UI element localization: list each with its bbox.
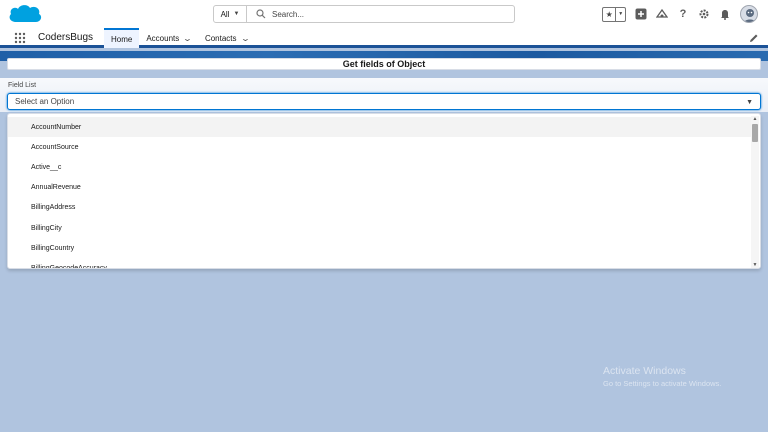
trailhead-icon[interactable] (656, 8, 668, 20)
chevron-down-icon[interactable]: ⌄ (183, 34, 193, 43)
windows-activation-watermark: Activate Windows Go to Settings to activ… (603, 365, 721, 388)
pencil-icon[interactable] (749, 33, 759, 43)
notification-bell-icon[interactable] (719, 8, 731, 20)
list-item[interactable]: Active__c (8, 157, 752, 177)
search-icon (256, 9, 266, 19)
card-title: Get fields of Object (7, 58, 761, 70)
chevron-down-icon[interactable]: ▼ (746, 99, 753, 106)
field-list-combobox[interactable]: Select an Option ▼ (7, 93, 761, 110)
list-item[interactable]: AccountNumber (8, 117, 752, 138)
list-item[interactable]: BillingGeocodeAccuracy (8, 258, 752, 268)
salesforce-logo[interactable] (7, 3, 43, 25)
tab-home[interactable]: Home (104, 28, 140, 48)
global-actions-icon[interactable] (635, 8, 647, 20)
watermark-title: Activate Windows (603, 365, 686, 377)
search-scope-label: All (220, 9, 230, 19)
combobox-placeholder: Select an Option (15, 97, 75, 106)
star-icon: ★ (603, 7, 617, 21)
listbox-scrollbar[interactable]: ▲ ▼ (751, 116, 759, 268)
list-item[interactable]: AccountSource (8, 137, 752, 157)
app-name: CodersBugs (38, 32, 94, 43)
tab-label: Accounts (146, 33, 180, 43)
navigation-bar: CodersBugs Home Accounts ⌄ Contacts ⌄ (0, 28, 768, 48)
help-icon[interactable]: ? (677, 8, 689, 20)
page-title: Get fields of Object (342, 59, 426, 69)
user-avatar[interactable] (740, 5, 758, 23)
listbox-items: AccountNumber AccountSource Active__c An… (8, 117, 752, 268)
search-scope-dropdown[interactable]: All ▼ (214, 6, 247, 22)
list-item[interactable]: AnnualRevenue (8, 178, 752, 198)
watermark-subtitle: Go to Settings to activate Windows. (603, 379, 722, 388)
scroll-down-icon[interactable]: ▼ (751, 262, 759, 268)
tab-label: Contacts (204, 33, 237, 43)
favorites-button[interactable]: ★ ▼ (602, 6, 626, 22)
search-input[interactable] (272, 9, 502, 19)
field-list-dropdown[interactable]: AccountNumber AccountSource Active__c An… (7, 113, 761, 269)
gear-icon[interactable] (698, 8, 710, 20)
tab-label: Home (111, 35, 133, 44)
chevron-down-icon[interactable]: ⌄ (240, 34, 250, 43)
header-utility-icons: ★ ▼ ? (602, 4, 758, 24)
global-header: All ▼ ★ ▼ ? (0, 0, 768, 28)
tab-contacts[interactable]: Contacts ⌄ (198, 28, 255, 48)
list-item[interactable]: BillingCity (8, 218, 752, 238)
chevron-down-icon: ▼ (618, 11, 624, 17)
scroll-up-icon[interactable]: ▲ (751, 116, 759, 122)
list-item[interactable]: BillingAddress (8, 198, 752, 218)
scroll-thumb[interactable] (752, 124, 758, 142)
global-search: All ▼ (213, 5, 515, 23)
tab-accounts[interactable]: Accounts ⌄ (139, 28, 198, 48)
app-launcher-icon[interactable] (14, 32, 26, 44)
list-item[interactable]: BillingCountry (8, 238, 752, 258)
chevron-down-icon: ▼ (233, 11, 240, 17)
field-list-label: Field List (8, 82, 37, 89)
nav-tabs: Home Accounts ⌄ Contacts ⌄ (104, 28, 255, 48)
